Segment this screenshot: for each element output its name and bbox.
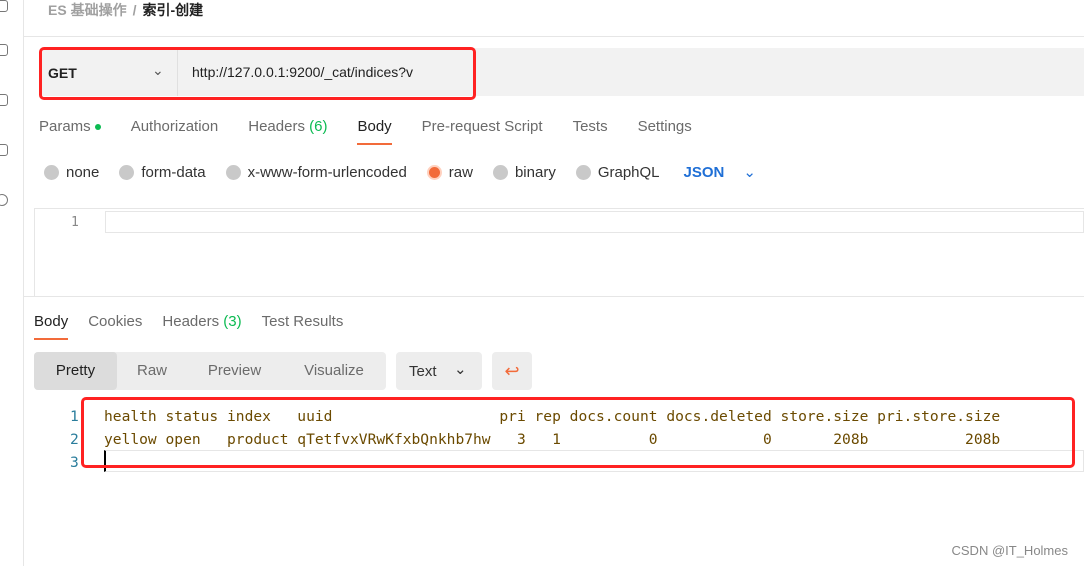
request-tabs: Params Authorization Headers (6) Body Pr… <box>39 118 692 145</box>
divider <box>24 36 1084 37</box>
format-label: Text <box>409 363 437 380</box>
watermark: CSDN @IT_Holmes <box>951 543 1069 558</box>
radio-form-data[interactable]: form-data <box>119 163 206 181</box>
tab-response-body[interactable]: Body <box>34 313 69 340</box>
radio-label: binary <box>514 163 556 181</box>
collections-icon[interactable] <box>0 44 8 56</box>
radio-none[interactable]: none <box>44 164 99 181</box>
radio-label: none <box>66 163 100 181</box>
tab-label: Params <box>39 118 91 135</box>
chevron-down-icon: ⌄ <box>454 361 467 378</box>
radio-label: form-data <box>141 163 206 181</box>
active-dot-icon <box>94 124 101 131</box>
view-mode-toggle: Pretty Raw Preview Visualize <box>34 352 386 390</box>
view-pretty[interactable]: Pretty <box>34 352 117 390</box>
request-body-editor[interactable]: 1 <box>34 208 1084 296</box>
wrap-lines-icon[interactable]: ↩ <box>492 352 532 390</box>
breadcrumb-parent[interactable]: ES 基础操作 <box>48 2 127 18</box>
breadcrumb: ES 基础操作 / 索引-创建 <box>48 0 203 20</box>
radio-icon <box>119 164 135 180</box>
radio-selected-icon <box>426 164 442 180</box>
sidebar <box>0 0 24 566</box>
chevron-down-icon: ⌄ <box>743 164 756 181</box>
settings-icon[interactable] <box>0 0 8 12</box>
view-preview[interactable]: Preview <box>187 352 282 390</box>
radio-label: x-www-form-urlencoded <box>247 163 407 181</box>
breadcrumb-separator: / <box>132 2 137 18</box>
radio-graphql[interactable]: GraphQL <box>575 163 660 181</box>
history-icon[interactable] <box>0 194 8 206</box>
divider <box>24 296 1084 297</box>
radio-label: raw <box>448 163 473 181</box>
highlight-box <box>81 397 1075 468</box>
tab-pre-request-script[interactable]: Pre-request Script <box>422 118 543 145</box>
view-raw[interactable]: Raw <box>117 352 187 390</box>
tab-label: Headers <box>248 118 305 135</box>
format-label: JSON <box>683 163 725 181</box>
radio-icon <box>225 164 241 180</box>
response-format-select[interactable]: Text ⌄ <box>396 352 482 390</box>
radio-binary[interactable]: binary <box>492 163 556 181</box>
tab-settings[interactable]: Settings <box>638 118 692 145</box>
tab-body[interactable]: Body <box>357 118 392 145</box>
radio-icon <box>492 164 508 180</box>
current-line <box>105 211 1084 233</box>
radio-urlencoded[interactable]: x-www-form-urlencoded <box>225 163 407 181</box>
monitor-icon[interactable] <box>0 144 8 156</box>
tab-count: (3) <box>223 313 242 330</box>
tab-headers[interactable]: Headers (6) <box>248 118 327 145</box>
line-number: 1 <box>71 215 79 230</box>
tab-authorization[interactable]: Authorization <box>131 118 219 145</box>
radio-raw[interactable]: raw <box>426 163 473 181</box>
response-tabs: Body Cookies Headers (3) Test Results <box>34 313 343 340</box>
view-visualize[interactable]: Visualize <box>282 352 386 390</box>
environments-icon[interactable] <box>0 94 8 106</box>
format-select[interactable]: JSON ⌄ <box>683 163 756 182</box>
tab-params[interactable]: Params <box>39 118 101 145</box>
breadcrumb-current[interactable]: 索引-创建 <box>142 2 203 18</box>
tab-tests[interactable]: Tests <box>573 118 608 145</box>
tab-cookies[interactable]: Cookies <box>88 313 142 340</box>
tab-label: Headers <box>162 313 220 330</box>
highlight-box <box>39 47 476 100</box>
body-type-radios: none form-data x-www-form-urlencoded raw… <box>44 163 756 181</box>
radio-label: GraphQL <box>597 163 660 181</box>
tab-test-results[interactable]: Test Results <box>262 313 344 340</box>
radio-icon <box>575 164 591 180</box>
tab-response-headers[interactable]: Headers (3) <box>162 313 241 340</box>
radio-icon <box>44 164 59 180</box>
tab-count: (6) <box>309 118 328 135</box>
